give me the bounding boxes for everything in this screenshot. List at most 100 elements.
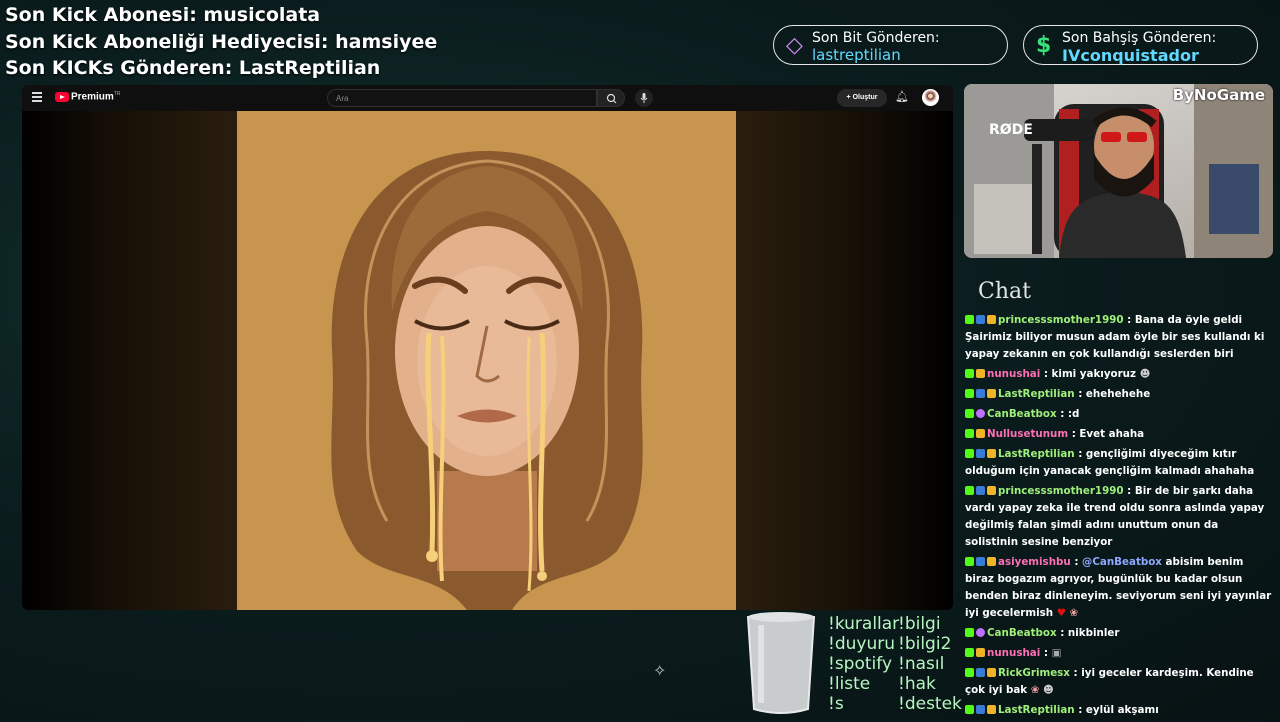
gift-badge-icon	[987, 557, 996, 566]
recent-events-overlay: Son Kick Abonesi: musicolata Son Kick Ab…	[5, 2, 437, 82]
glass-cup-icon	[746, 612, 816, 714]
sub-badge-icon	[976, 668, 985, 677]
gift-badge-icon	[987, 705, 996, 714]
youtube-logo-icon[interactable]	[55, 92, 69, 102]
search-input[interactable]: Ara	[327, 89, 597, 107]
kick-badge-icon	[965, 449, 974, 458]
chat-username[interactable]: LastReptilian	[998, 704, 1075, 716]
chat-username[interactable]: nunushai	[987, 647, 1040, 659]
chat-message: RickGrimesx : iyi geceler kardeşim. Kend…	[965, 665, 1273, 699]
chat-username[interactable]: asiyemishbu	[998, 556, 1071, 568]
chat-username[interactable]: CanBeatbox	[987, 408, 1057, 420]
chat-username[interactable]: LastReptilian	[998, 388, 1075, 400]
command-item: !liste	[828, 674, 871, 694]
streamer-webcam-illustration	[964, 84, 1273, 258]
last-kick-subscriber: Son Kick Abonesi: musicolata	[5, 4, 321, 26]
sub-badge-icon	[976, 486, 985, 495]
chat-message: LastReptilian : gençliğimi diyeceğim kıt…	[965, 446, 1273, 480]
chat-feed: princesssmother1990 : Bana da öyle geldi…	[965, 312, 1273, 722]
gift-badge-icon	[987, 668, 996, 677]
chat-username[interactable]: LastReptilian	[998, 448, 1075, 460]
chat-username[interactable]: CanBeatbox	[987, 627, 1057, 639]
sub-badge-icon	[976, 557, 985, 566]
chat-text: :	[1043, 647, 1048, 659]
last-bit-sender-pill: ◇ Son Bit Gönderen: lastreptilian	[773, 25, 1008, 65]
kick-badge-icon	[965, 389, 974, 398]
chat-text: : kimi yakıyoruz	[1043, 368, 1137, 380]
command-item: !duyuru	[828, 634, 895, 654]
last-bit-sender-value: lastreptilian	[812, 46, 901, 64]
create-button[interactable]: + Oluştur	[837, 89, 887, 107]
chat-username[interactable]: princesssmother1990	[998, 314, 1124, 326]
chat-text: : :d	[1060, 408, 1080, 420]
chat-message: CanBeatbox : :d	[965, 406, 1273, 423]
kick-badge-icon	[965, 628, 974, 637]
gift-badge-icon	[987, 449, 996, 458]
chat-title: Chat	[978, 279, 1031, 304]
crying-woman-illustration	[331, 151, 643, 610]
kick-badge-icon	[965, 409, 974, 418]
video-player[interactable]	[22, 111, 953, 610]
mic-badge-icon	[976, 628, 985, 637]
chat-message: LastReptilian : ehehehehe	[965, 386, 1273, 403]
chat-message: Nullusetunum : Evet ahaha	[965, 426, 1273, 443]
chat-text: : Evet ahaha	[1071, 428, 1145, 440]
chat-message: nunushai : ▣	[965, 645, 1273, 662]
chat-username[interactable]: Nullusetunum	[987, 428, 1068, 440]
mic-icon	[640, 93, 648, 103]
chat-username[interactable]: princesssmother1990	[998, 485, 1124, 497]
sub-badge-icon	[976, 315, 985, 324]
menu-icon[interactable]	[32, 92, 42, 104]
emote-icon: ▣	[1051, 647, 1062, 659]
command-item: !s	[828, 694, 844, 714]
video-artwork	[237, 111, 736, 610]
sparkle-icon: ✧	[653, 661, 667, 680]
last-tip-sender-pill: $ Son Bahşiş Gönderen: IVconquistador	[1023, 25, 1258, 65]
gift-badge-icon	[976, 648, 985, 657]
command-item: !destek	[898, 694, 962, 714]
chat-message: LastReptilian : eylül akşamı	[965, 702, 1273, 719]
kick-badge-icon	[965, 369, 974, 378]
kick-badge-icon	[965, 648, 974, 657]
youtube-window: PremiumTR Ara + Oluştur 🔔︎	[22, 85, 953, 610]
command-item: !hak	[898, 674, 936, 694]
search-button[interactable]	[597, 89, 625, 107]
chat-message: princesssmother1990 : Bir de bir şarkı d…	[965, 483, 1273, 551]
kick-badge-icon	[965, 668, 974, 677]
command-item: !nasıl	[898, 654, 945, 674]
youtube-brand[interactable]: PremiumTR	[71, 91, 120, 102]
dollar-icon: $	[1036, 33, 1052, 58]
voice-search-button[interactable]	[635, 89, 653, 107]
diamond-icon: ◇	[786, 33, 803, 58]
emote-icon: ☻	[1042, 684, 1054, 696]
avatar[interactable]	[922, 89, 939, 106]
search-icon	[606, 93, 617, 104]
gift-badge-icon	[987, 315, 996, 324]
chat-username[interactable]: nunushai	[987, 368, 1040, 380]
command-item: !kurallar	[828, 614, 900, 634]
last-tip-sender-label: Son Bahşiş Gönderen:	[1062, 30, 1217, 46]
gift-badge-icon	[987, 389, 996, 398]
emote-icon: ❀	[1069, 607, 1079, 619]
chat-username[interactable]: RickGrimesx	[998, 667, 1070, 679]
mic-badge-icon	[976, 409, 985, 418]
kick-badge-icon	[965, 557, 974, 566]
command-item: !bilgi2	[898, 634, 952, 654]
notifications-bell-icon[interactable]: 🔔︎	[895, 90, 909, 103]
emote-icon: ❀	[1030, 684, 1040, 696]
chat-message: princesssmother1990 : Bana da öyle geldi…	[965, 312, 1273, 363]
last-tip-sender-value: IVconquistador	[1062, 46, 1199, 65]
kick-badge-icon	[965, 315, 974, 324]
kick-badge-icon	[965, 705, 974, 714]
kick-badge-icon	[965, 486, 974, 495]
mic-brand-label: RØDE	[989, 122, 1033, 138]
commands-column-1: !kurallar !duyuru !spotify !liste !s	[828, 614, 899, 714]
command-item: !spotify	[828, 654, 892, 674]
sub-badge-icon	[976, 449, 985, 458]
emote-icon: ☻	[1139, 368, 1151, 380]
heart-icon: ♥	[1056, 607, 1066, 619]
chat-mention[interactable]: @CanBeatbox	[1082, 556, 1162, 568]
last-gift-subscriber: Son Kick Aboneliği Hediyecisi: hamsiyee	[5, 30, 438, 53]
kick-badge-icon	[965, 429, 974, 438]
gift-badge-icon	[976, 429, 985, 438]
